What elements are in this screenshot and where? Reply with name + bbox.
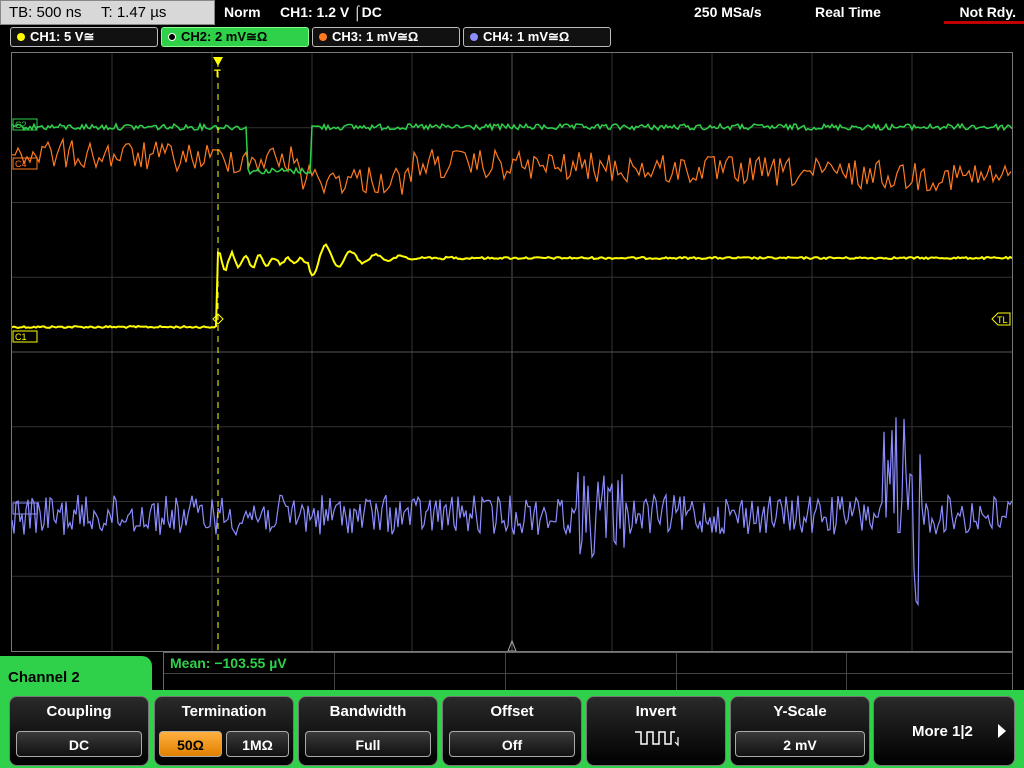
more-softkey[interactable]: More 1|2 — [873, 696, 1015, 766]
offset-softkey[interactable]: Offset Off — [442, 696, 582, 766]
bandwidth-title: Bandwidth — [329, 703, 407, 720]
status-bar: TB: 500 ns T: 1.47 µs Norm CH1: 1.2 V ⌠D… — [0, 0, 1024, 25]
trigger-marker-label: T — [214, 68, 221, 80]
meas-col-divider — [676, 653, 677, 691]
meas-col-divider — [846, 653, 847, 691]
yscale-value-button[interactable]: 2 mV — [735, 731, 865, 757]
timebase-label: TB: 500 ns — [9, 4, 82, 21]
trigger-time-label: T: 1.47 µs — [101, 4, 167, 21]
yscale-softkey[interactable]: Y-Scale 2 mV — [730, 696, 870, 766]
tab-ch2-label: CH2: 2 mV≅Ω — [181, 29, 268, 44]
timebase-box[interactable]: TB: 500 ns T: 1.47 µs — [0, 0, 215, 25]
ch2-dot-icon — [168, 33, 176, 41]
measurement-area: Mean: −103.55 µV — [163, 652, 1013, 692]
tab-ch1[interactable]: CH1: 5 V≅ — [10, 27, 158, 47]
offset-value-button[interactable]: Off — [449, 731, 575, 757]
invert-title: Invert — [635, 703, 677, 720]
ch1-dot-icon — [17, 33, 25, 41]
invert-softkey[interactable]: Invert — [586, 696, 726, 766]
termination-softkey[interactable]: Termination 50Ω 1MΩ — [154, 696, 294, 766]
trigger-marker-icon[interactable] — [213, 57, 223, 66]
bandwidth-softkey[interactable]: Bandwidth Full — [298, 696, 438, 766]
channel-panel-title: Channel 2 — [8, 669, 80, 686]
ch3-offset-label: C4 — [15, 159, 27, 169]
ch4-dot-icon — [470, 33, 478, 41]
acquisition-mode: Real Time — [815, 4, 881, 20]
tab-ch4[interactable]: CH4: 1 mV≅Ω — [463, 27, 611, 47]
termination-1mohm-button[interactable]: 1MΩ — [226, 731, 289, 757]
yscale-title: Y-Scale — [773, 703, 827, 720]
meas-divider — [164, 673, 1012, 674]
ch1-offset-label: C1 — [15, 332, 27, 342]
more-label: More 1|2 — [912, 723, 973, 740]
bandwidth-value-button[interactable]: Full — [305, 731, 431, 757]
trigger-setting[interactable]: CH1: 1.2 V ⌠DC — [280, 0, 382, 24]
tab-ch2[interactable]: CH2: 2 mV≅Ω — [161, 27, 309, 47]
waveform-canvas: T C2 C4 C1 TL — [12, 53, 1012, 651]
mean-measurement: Mean: −103.55 µV — [170, 655, 287, 671]
ch2-offset-label: C2 — [15, 120, 27, 130]
offset-title: Offset — [490, 703, 534, 720]
coupling-value-button[interactable]: DC — [16, 731, 142, 757]
termination-50ohm-button[interactable]: 50Ω — [159, 731, 222, 757]
invert-waveform-icon — [635, 731, 679, 747]
meas-col-divider — [505, 653, 506, 691]
chevron-right-icon — [998, 724, 1006, 738]
waveform-display[interactable]: T C2 C4 C1 TL — [11, 52, 1013, 652]
coupling-title: Coupling — [46, 703, 112, 720]
ch4-offset-marker[interactable] — [12, 502, 38, 515]
coupling-softkey[interactable]: Coupling DC — [9, 696, 149, 766]
tab-ch3[interactable]: CH3: 1 mV≅Ω — [312, 27, 460, 47]
acquisition-status: Not Rdy. — [959, 4, 1016, 20]
trigger-level-label: TL — [997, 315, 1008, 325]
tab-ch1-label: CH1: 5 V≅ — [30, 29, 95, 44]
termination-title: Termination — [181, 703, 267, 720]
meas-col-divider — [334, 653, 335, 691]
sample-rate: 250 MSa/s — [694, 4, 762, 20]
tab-ch3-label: CH3: 1 mV≅Ω — [332, 29, 419, 44]
tab-ch4-label: CH4: 1 mV≅Ω — [483, 29, 570, 44]
trigger-mode[interactable]: Norm — [224, 0, 261, 24]
ch3-dot-icon — [319, 33, 327, 41]
